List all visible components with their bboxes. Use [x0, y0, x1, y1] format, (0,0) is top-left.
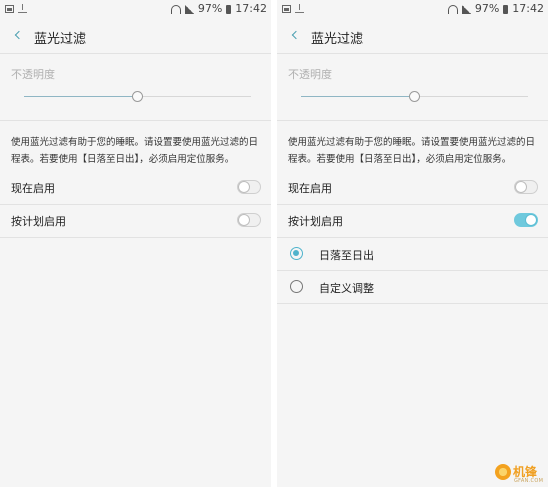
schedule-label: 按计划启用	[288, 215, 343, 228]
schedule-row[interactable]: 按计划启用	[277, 204, 548, 236]
opacity-label: 不透明度	[11, 68, 55, 81]
enable-now-label: 现在启用	[288, 182, 332, 195]
divider	[0, 53, 271, 54]
slider-thumb[interactable]	[132, 91, 143, 102]
signal-icon	[461, 4, 471, 14]
left-screen: 97% 17:42 蓝光过滤 不透明度 使用蓝光过滤有助于您的睡眠。请设置要使用…	[0, 0, 271, 487]
download-icon	[18, 4, 27, 13]
download-icon	[295, 4, 304, 13]
gallery-icon	[5, 4, 14, 13]
schedule-row[interactable]: 按计划启用	[0, 204, 271, 236]
schedule-toggle[interactable]	[514, 213, 538, 227]
right-screen: 97% 17:42 蓝光过滤 不透明度 使用蓝光过滤有助于您的睡眠。请设置要使用…	[277, 0, 548, 487]
status-bar: 97% 17:42	[0, 0, 271, 20]
gallery-icon	[282, 4, 291, 13]
clock: 17:42	[512, 2, 544, 15]
battery-icon	[226, 4, 232, 14]
watermark-logo: 机锋 GFAN.COM	[495, 462, 550, 487]
radio-button[interactable]	[290, 280, 303, 293]
status-bar: 97% 17:42	[277, 0, 548, 20]
app-bar: 蓝光过滤	[277, 21, 548, 52]
schedule-label: 按计划启用	[11, 215, 66, 228]
toggle-knob	[238, 214, 250, 226]
option-label: 自定义调整	[319, 282, 374, 295]
description-text: 使用蓝光过滤有助于您的睡眠。请设置要使用蓝光过滤的日程表。若要使用【日落至日出】…	[11, 137, 259, 165]
slider-thumb[interactable]	[409, 91, 420, 102]
option-sunset-to-sunrise[interactable]: 日落至日出	[277, 238, 548, 270]
enable-now-label: 现在启用	[11, 182, 55, 195]
divider	[277, 53, 548, 54]
battery-percent: 97%	[474, 2, 500, 15]
opacity-label: 不透明度	[288, 68, 332, 81]
enable-now-toggle[interactable]	[237, 180, 261, 194]
app-bar: 蓝光过滤	[0, 21, 271, 52]
divider	[0, 237, 271, 238]
divider	[0, 120, 271, 121]
enable-now-row[interactable]: 现在启用	[0, 171, 271, 203]
page-title: 蓝光过滤	[311, 32, 364, 47]
wifi-icon	[447, 4, 458, 14]
page-title: 蓝光过滤	[34, 32, 87, 47]
option-custom-schedule[interactable]: 自定义调整	[277, 271, 548, 303]
back-arrow-icon[interactable]	[14, 30, 24, 40]
toggle-knob	[515, 181, 527, 193]
watermark-sub: GFAN.COM	[514, 478, 544, 484]
enable-now-toggle[interactable]	[514, 180, 538, 194]
wifi-icon	[170, 4, 181, 14]
signal-icon	[184, 4, 194, 14]
description-text: 使用蓝光过滤有助于您的睡眠。请设置要使用蓝光过滤的日程表。若要使用【日落至日出】…	[288, 137, 536, 165]
toggle-knob	[525, 214, 537, 226]
battery-percent: 97%	[197, 2, 223, 15]
divider	[277, 303, 548, 304]
option-label: 日落至日出	[319, 249, 374, 262]
battery-icon	[503, 4, 509, 14]
slider-fill	[301, 96, 415, 97]
back-arrow-icon[interactable]	[291, 30, 301, 40]
enable-now-row[interactable]: 现在启用	[277, 171, 548, 203]
clock: 17:42	[235, 2, 267, 15]
gfan-logo-icon	[495, 464, 511, 480]
slider-fill	[24, 96, 138, 97]
toggle-knob	[238, 181, 250, 193]
schedule-toggle[interactable]	[237, 213, 261, 227]
radio-button[interactable]	[290, 247, 303, 260]
divider	[277, 120, 548, 121]
